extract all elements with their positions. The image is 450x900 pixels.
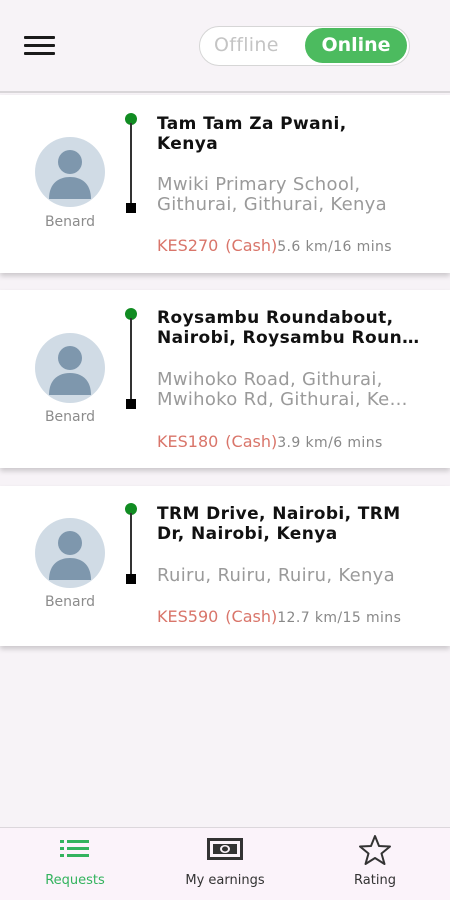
route-line [130,513,132,575]
bottom-navigation: Requests My earnings Rating [0,827,450,900]
payment-method: (Cash) [225,236,278,255]
rider-name: Benard [44,594,96,610]
pickup-address: Roysambu Roundabout, Nairobi, Roysambu R… [157,308,420,348]
online-status-toggle[interactable]: Offline Online [199,26,410,66]
list-icon [60,840,89,857]
ride-request-card[interactable]: Benard Roysambu Roundabout, Nairobi, Roy… [0,290,450,468]
payment-method: (Cash) [225,607,278,626]
payment-method: (Cash) [225,432,278,451]
hamburger-menu-icon[interactable] [24,33,56,57]
nav-rating[interactable]: Rating [300,828,450,900]
ride-request-card[interactable]: Benard TRM Drive, Nairobi, TRM Dr, Nairo… [0,486,450,646]
online-option[interactable]: Online [305,28,407,63]
avatar [35,333,105,403]
trip-distance: 3.9 km/6 mins [277,435,383,451]
dropoff-marker-icon [126,574,136,584]
fare-info: KES590 (Cash)12.7 km/15 mins [157,607,437,626]
fare-amount: KES590 [157,607,219,626]
cash-icon [207,838,243,860]
ride-request-card[interactable]: Benard Tam Tam Za Pwani, Kenya Mwiki Pri… [0,95,450,273]
menu-line [24,52,55,55]
pickup-address: TRM Drive, Nairobi, TRM Dr, Nairobi, Ken… [157,504,401,544]
app-screen: Offline Online Benard Tam Tam Za Pwani, … [0,0,450,900]
fare-amount: KES270 [157,236,219,255]
menu-line [24,36,55,39]
route-line [130,318,132,402]
pickup-address: Tam Tam Za Pwani, Kenya [157,114,347,154]
trip-distance: 5.6 km/16 mins [277,239,392,255]
trip-distance: 12.7 km/15 mins [277,610,402,626]
dropoff-address: Mwihoko Road, Githurai, Mwihoko Rd, Gith… [157,370,408,410]
rider-name: Benard [44,409,96,425]
person-icon [49,150,91,199]
fare-info: KES270 (Cash)5.6 km/16 mins [157,236,437,255]
nav-label: Requests [45,873,105,888]
divider [0,91,450,93]
avatar [35,518,105,588]
route-line [130,123,132,207]
nav-requests[interactable]: Requests [0,828,150,900]
avatar [35,137,105,207]
person-icon [49,346,91,395]
nav-my-earnings[interactable]: My earnings [150,828,300,900]
rider-name: Benard [44,214,96,230]
top-bar: Offline Online [0,0,450,92]
menu-line [24,44,55,47]
dropoff-address: Ruiru, Ruiru, Ruiru, Kenya [157,566,395,586]
person-icon [49,531,91,580]
dropoff-marker-icon [126,399,136,409]
nav-label: My earnings [185,873,265,888]
nav-label: Rating [354,873,396,888]
offline-option[interactable]: Offline [214,27,279,64]
star-icon [359,835,391,865]
fare-amount: KES180 [157,432,219,451]
fare-info: KES180 (Cash)3.9 km/6 mins [157,432,437,451]
dropoff-marker-icon [126,203,136,213]
dropoff-address: Mwiki Primary School, Githurai, Githurai… [157,175,387,215]
